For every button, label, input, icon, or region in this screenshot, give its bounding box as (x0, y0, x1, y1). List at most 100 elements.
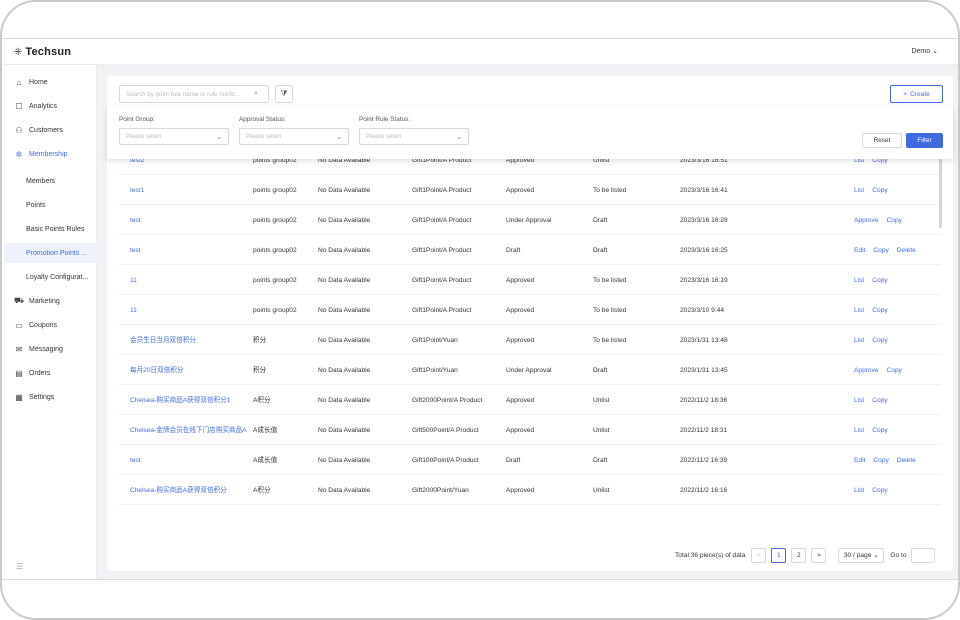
chevron-down-icon: ⌄ (456, 133, 462, 141)
created-time-cell: 2022/11/2 16:16 (680, 486, 728, 494)
prev-page-button[interactable]: < (751, 547, 767, 563)
copy-action-link[interactable]: Copy (872, 396, 887, 405)
rules-table: test2 points group02 No Data Available Gift… (119, 136, 941, 538)
sidebar-item-3[interactable]: ✲ Membership (4, 144, 97, 164)
edit-action-link[interactable]: Edit (854, 246, 865, 255)
copy-action-link[interactable]: Copy (872, 306, 887, 315)
point-group-cell: A成长值 (253, 456, 278, 464)
page-size-select[interactable]: 30 / page ⌄ (838, 547, 885, 563)
rule-name-link[interactable]: 会员生日当月双倍积分 (130, 325, 248, 355)
list-action-link[interactable]: List (854, 306, 864, 315)
next-page-button[interactable]: > (811, 547, 827, 563)
table-row: test points group02 No Data Available Gift1… (119, 205, 941, 235)
sidebar-item-label: Loyalty Configurat... (26, 273, 89, 281)
rule-status-cell: To be listed (593, 336, 627, 344)
description-cell: No Data Available (318, 186, 371, 194)
rule-status-cell: To be listed (593, 276, 627, 284)
rule-name-link[interactable]: Chelsea-购买商品A获得双倍积分 (130, 475, 248, 505)
rule-cell: Gift100Point/A Product (412, 456, 479, 464)
approval-status-cell: Approved (506, 396, 535, 404)
copy-action-link[interactable]: Copy (872, 486, 887, 495)
row-actions: Edit Copy Delete (854, 235, 941, 265)
point-group-cell: points group02 (253, 246, 297, 254)
list-action-link[interactable]: List (854, 426, 864, 435)
copy-action-link[interactable]: Copy (873, 456, 888, 465)
filter-toggle-button[interactable]: ⧩ (275, 85, 293, 103)
approval-status-select[interactable]: Please select ⌄ (239, 128, 349, 145)
user-menu[interactable]: Demo ⌄ (911, 47, 938, 56)
rule-name-link[interactable]: test (130, 445, 248, 475)
goto-page-input[interactable] (910, 547, 935, 563)
brand[interactable]: ⁜ Techsun (14, 46, 71, 58)
rule-name-link[interactable]: 每月20日双倍积分 (130, 355, 248, 385)
copy-action-link[interactable]: Copy (872, 426, 887, 435)
point-rule-status-filter: Point Rule Status: Please select ⌄ (359, 116, 469, 145)
sidebar-item-12[interactable]: ▤ Orders (4, 363, 97, 383)
sidebar-item-9[interactable]: ⛟ Marketing (4, 291, 97, 311)
page-button-2[interactable]: 2 (791, 547, 807, 563)
filter-button[interactable]: Filter (906, 133, 943, 148)
rule-cell: Gift2000Point/A Product (412, 396, 483, 404)
copy-action-link[interactable]: Copy (872, 336, 887, 345)
sidebar-item-7[interactable]: Promotion Points ... (4, 243, 97, 263)
table-row: test points group02 No Data Available Gift1… (119, 235, 941, 265)
list-action-link[interactable]: List (854, 276, 864, 285)
sidebar-item-4[interactable]: Members (4, 171, 97, 191)
list-action-link[interactable]: List (854, 486, 864, 495)
sidebar-item-13[interactable]: ▦ Settings (4, 387, 97, 407)
search-icon[interactable]: ⌕ (254, 90, 258, 98)
copy-action-link[interactable]: Copy (872, 186, 887, 195)
reset-button[interactable]: Reset (862, 133, 902, 148)
search-box[interactable]: ⌕ (119, 85, 269, 103)
copy-action-link[interactable]: Copy (887, 216, 902, 225)
point-group-select[interactable]: Please select ⌄ (119, 128, 229, 145)
created-time-cell: 2023/3/16 16:19 (680, 276, 728, 284)
sidebar-item-11[interactable]: ✉ Messaging (4, 339, 97, 359)
list-action-link[interactable]: List (854, 396, 864, 405)
created-time-cell: 2023/1/31 13:48 (680, 336, 728, 344)
copy-action-link[interactable]: Copy (887, 366, 902, 375)
sidebar-item-label: Members (26, 177, 56, 185)
chevron-down-icon: ⌄ (873, 552, 879, 559)
orders-icon: ▤ (15, 368, 23, 378)
delete-action-link[interactable]: Delete (897, 456, 916, 465)
list-action-link[interactable]: List (854, 336, 864, 345)
point-rule-status-select[interactable]: Please select ⌄ (359, 128, 469, 145)
chevron-down-icon: ⌄ (216, 133, 222, 141)
user-name: Demo (911, 47, 931, 55)
sidebar-item-6[interactable]: Basic Points Rules (4, 219, 97, 239)
description-cell: No Data Available (318, 456, 371, 464)
sidebar-item-5[interactable]: Points (4, 195, 97, 215)
rule-cell: Gift500Point/A Product (412, 426, 479, 434)
sidebar-item-2[interactable]: ⚇ Customers (4, 120, 97, 140)
copy-action-link[interactable]: Copy (873, 246, 888, 255)
created-time-cell: 2023/3/16 16:41 (680, 186, 728, 194)
rule-name-link[interactable]: 11 (130, 295, 248, 325)
row-actions: List Copy (854, 415, 941, 445)
delete-action-link[interactable]: Delete (897, 246, 916, 255)
page-button-1[interactable]: 1 (771, 547, 787, 563)
approve-action-link[interactable]: Approve (854, 216, 879, 225)
sidebar-item-0[interactable]: ⌂ Home (4, 72, 97, 92)
list-action-link[interactable]: List (854, 186, 864, 195)
copy-action-link[interactable]: Copy (872, 276, 887, 285)
rule-name-link[interactable]: test1 (130, 175, 248, 205)
row-actions: List Copy (854, 475, 941, 505)
search-input[interactable] (126, 90, 254, 98)
edit-action-link[interactable]: Edit (854, 456, 865, 465)
rule-name-link[interactable]: test (130, 235, 248, 265)
rule-name-link[interactable]: Chelsea-购买商品A获得双倍积分1 (130, 385, 248, 415)
created-time-cell: 2023/3/10 9:44 (680, 306, 724, 314)
point-group-cell: points group02 (253, 186, 297, 194)
brand-name: Techsun (25, 46, 72, 58)
approve-action-link[interactable]: Approve (854, 366, 879, 375)
description-cell: No Data Available (318, 306, 371, 314)
create-button[interactable]: + Create (890, 85, 943, 103)
rule-name-link[interactable]: Chelsea-金牌会员在线下门店购买商品A (130, 415, 248, 445)
sidebar-item-1[interactable]: ☐ Analytics (4, 96, 97, 116)
rule-name-link[interactable]: test (130, 205, 248, 235)
menu-collapse-icon[interactable]: ☰ (16, 562, 23, 571)
rule-name-link[interactable]: 11 (130, 265, 248, 295)
sidebar-item-8[interactable]: Loyalty Configurat... (4, 267, 97, 287)
sidebar-item-10[interactable]: ▭ Coupons (4, 315, 97, 335)
